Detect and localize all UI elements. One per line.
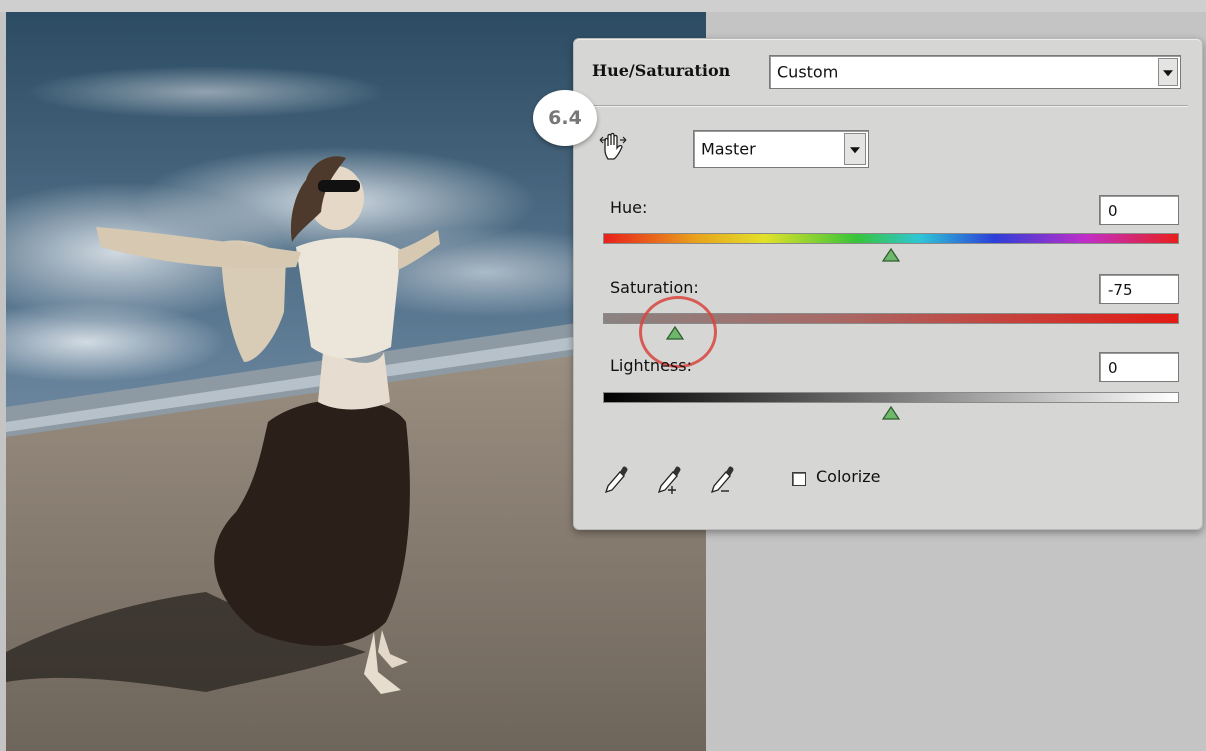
colorize-checkbox[interactable] (792, 472, 806, 486)
eyedropper-icon[interactable] (602, 462, 632, 496)
workspace-top-strip (0, 0, 1206, 12)
hue-input[interactable]: 0 (1099, 195, 1179, 225)
saturation-label: Saturation: (610, 278, 699, 297)
eyedropper-subtract-icon[interactable] (708, 462, 738, 496)
hue-label: Hue: (610, 198, 648, 217)
hue-slider-track[interactable] (603, 233, 1179, 244)
step-badge: 6.4 (533, 90, 597, 146)
chevron-down-icon[interactable] (844, 133, 866, 165)
colorize-label: Colorize (816, 467, 881, 486)
lightness-label: Lightness: (610, 356, 692, 375)
hand-scrubber-icon[interactable] (597, 128, 633, 164)
saturation-input[interactable]: -75 (1099, 274, 1179, 304)
channel-dropdown[interactable]: Master (693, 130, 869, 168)
preset-value: Custom (777, 62, 839, 82)
lightness-slider-thumb[interactable] (882, 406, 900, 420)
panel-title: Hue/Saturation (592, 61, 731, 80)
chevron-down-icon[interactable] (1158, 58, 1178, 86)
lightness-input[interactable]: 0 (1099, 352, 1179, 382)
preset-dropdown[interactable]: Custom (769, 55, 1181, 89)
channel-value: Master (701, 139, 756, 159)
hue-slider-thumb[interactable] (882, 248, 900, 262)
eyedropper-add-icon[interactable] (655, 462, 685, 496)
lightness-slider-track[interactable] (603, 392, 1179, 403)
panel-divider (584, 105, 1188, 107)
